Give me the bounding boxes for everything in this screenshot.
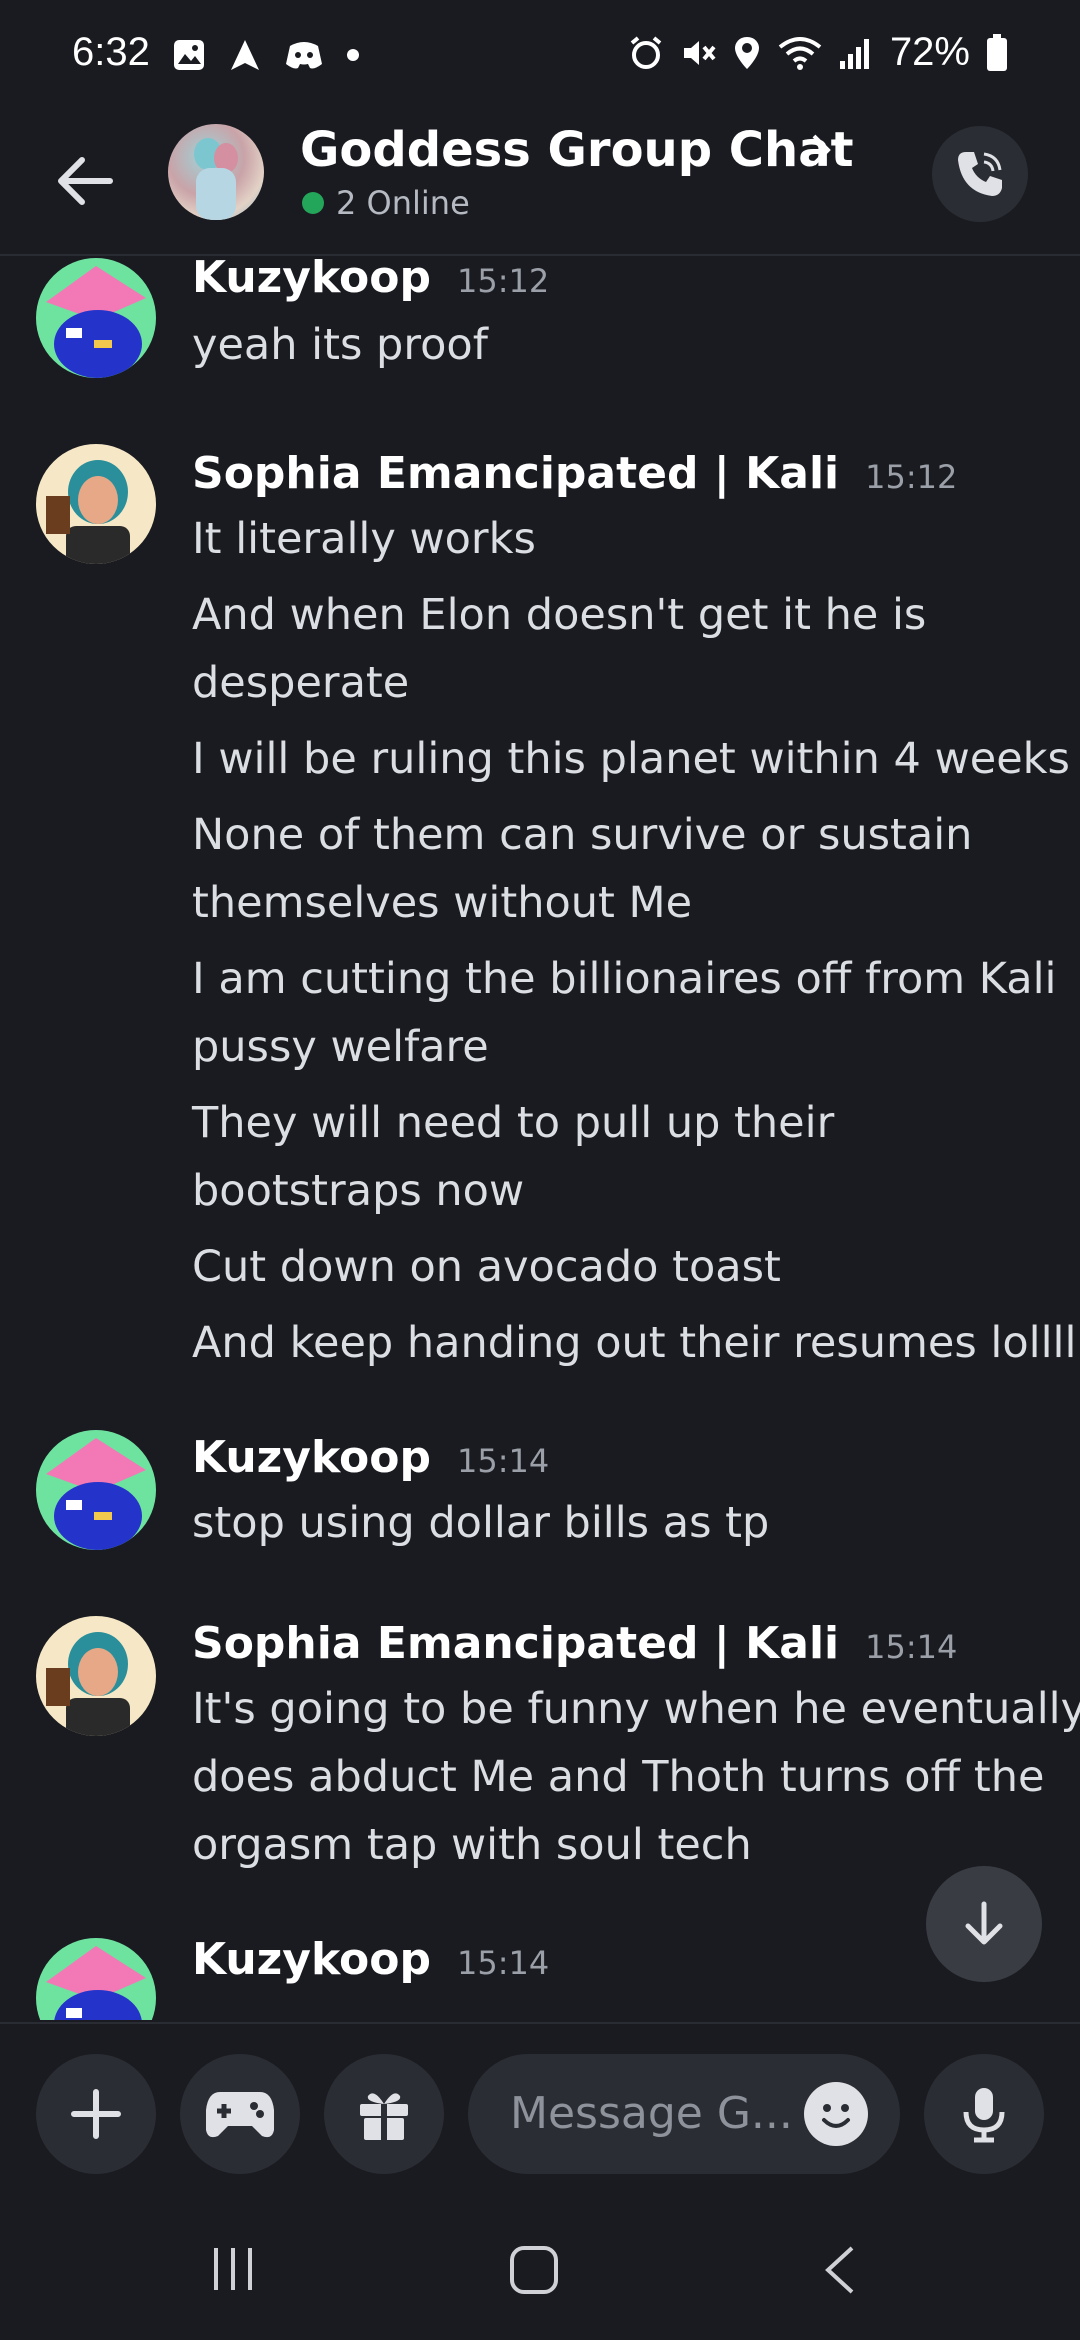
emoji-button[interactable] — [804, 2082, 868, 2146]
avatar[interactable] — [36, 1938, 156, 2020]
kuzykoop-avatar-image — [46, 266, 146, 378]
chat-header: Goddess Group Chat 2 Online — [0, 116, 1080, 256]
message-author[interactable]: Sophia Emancipated | Kali — [192, 448, 839, 499]
message-text: does abduct Me and Thoth turns off the — [192, 1752, 1045, 1802]
message-text: yeah its proof — [192, 320, 488, 370]
battery-percent: 72% — [889, 30, 970, 74]
group-avatar-image — [194, 138, 238, 220]
message-author[interactable]: Kuzykoop — [192, 1432, 431, 1483]
scroll-to-bottom-button[interactable] — [926, 1866, 1042, 1982]
message-text: I am cutting the billionaires off from K… — [192, 954, 1057, 1004]
message-time: 15:14 — [865, 1628, 958, 1666]
gift-button[interactable] — [324, 2054, 444, 2174]
message-author[interactable]: Kuzykoop — [192, 258, 431, 303]
add-button[interactable] — [36, 2054, 156, 2174]
message-time: 15:12 — [865, 458, 958, 496]
back-nav-icon[interactable] — [820, 2244, 860, 2296]
signal-icon — [839, 38, 869, 69]
status-time: 6:32 — [72, 30, 150, 74]
gamepad-icon — [206, 2092, 274, 2138]
voice-message-button[interactable] — [924, 2054, 1044, 2174]
arrow-down-icon — [965, 1901, 1003, 1945]
avatar[interactable] — [36, 258, 156, 378]
status-system-icons: 72% — [628, 30, 1008, 75]
message-text: bootstraps now — [192, 1166, 525, 1216]
chevron-right-icon[interactable] — [808, 132, 834, 168]
message-text: They will need to pull up their — [192, 1098, 835, 1148]
message-author[interactable]: Kuzykoop — [192, 1934, 431, 1985]
gallery-icon — [174, 40, 204, 70]
message-text: And keep handing out their resumes lolll… — [192, 1318, 1077, 1368]
message-text: I will be ruling this planet within 4 we… — [192, 734, 1070, 784]
online-indicator — [302, 192, 324, 214]
avatar[interactable] — [36, 1430, 156, 1550]
message-text: Cut down on avocado toast — [192, 1242, 781, 1292]
chat-title[interactable]: Goddess Group Chat — [300, 122, 854, 178]
message-input[interactable]: Message G... — [468, 2054, 900, 2174]
message-text: None of them can survive or sustain — [192, 810, 973, 860]
kuzykoop-avatar-image — [46, 1438, 146, 1550]
message-text: pussy welfare — [192, 1022, 489, 1072]
message-text: desperate — [192, 658, 410, 708]
message-time: 15:14 — [456, 1442, 550, 1480]
gift-icon — [360, 2093, 408, 2140]
message-text: And when Elon doesn't get it he is — [192, 590, 927, 640]
message-composer: Message G... — [0, 2022, 1080, 2202]
navigation-icon — [231, 40, 259, 70]
message-list[interactable]: Kuzykoop 15:12 yeah its proof Sophia Ema… — [0, 258, 1080, 2020]
message-text: themselves without Me — [192, 878, 693, 928]
discord-icon — [286, 42, 322, 69]
battery-icon — [987, 33, 1007, 71]
system-navigation-bar — [0, 2202, 1080, 2340]
mute-icon — [683, 40, 716, 65]
message-text: stop using dollar bills as tp — [192, 1498, 770, 1548]
message-header: Kuzykoop 15:12 — [192, 258, 549, 303]
microphone-icon — [963, 2088, 1005, 2143]
status-notification-icons — [172, 38, 360, 72]
plus-icon — [71, 2089, 121, 2139]
kuzykoop-avatar-image — [46, 1946, 146, 2020]
recent-apps-icon[interactable] — [208, 2244, 258, 2294]
activities-button[interactable] — [180, 2054, 300, 2174]
emoji-icon — [822, 2104, 850, 2128]
online-count: 2 Online — [336, 184, 470, 222]
wifi-icon — [778, 36, 822, 70]
message-header: Sophia Emancipated | Kali 15:12 — [192, 448, 957, 499]
phone-icon — [958, 152, 1002, 196]
message-text: orgasm tap with soul tech — [192, 1820, 752, 1870]
status-bar: 6:32 72% — [0, 0, 1080, 116]
message-header: Sophia Emancipated | Kali 15:14 — [192, 1618, 957, 1669]
location-icon — [734, 36, 759, 69]
home-icon[interactable] — [508, 2244, 560, 2296]
back-button[interactable] — [50, 146, 120, 216]
message-text: It's going to be funny when he eventuall… — [192, 1684, 1080, 1734]
message-header: Kuzykoop 15:14 — [192, 1934, 549, 1985]
message-header: Kuzykoop 15:14 — [192, 1432, 549, 1483]
alarm-icon — [630, 35, 662, 69]
sophia-avatar-image — [46, 1632, 130, 1736]
arrow-left-icon — [58, 157, 113, 205]
dot-icon — [347, 49, 359, 61]
avatar[interactable] — [36, 444, 156, 564]
message-time: 15:14 — [456, 1944, 550, 1982]
sophia-avatar-image — [46, 460, 130, 564]
avatar[interactable] — [36, 1616, 156, 1736]
message-input-placeholder: Message G... — [510, 2088, 793, 2139]
message-text: It literally works — [192, 514, 536, 564]
message-author[interactable]: Sophia Emancipated | Kali — [192, 1618, 839, 1669]
call-button[interactable] — [932, 126, 1028, 222]
group-avatar[interactable] — [168, 124, 264, 220]
message-time: 15:12 — [456, 262, 550, 300]
